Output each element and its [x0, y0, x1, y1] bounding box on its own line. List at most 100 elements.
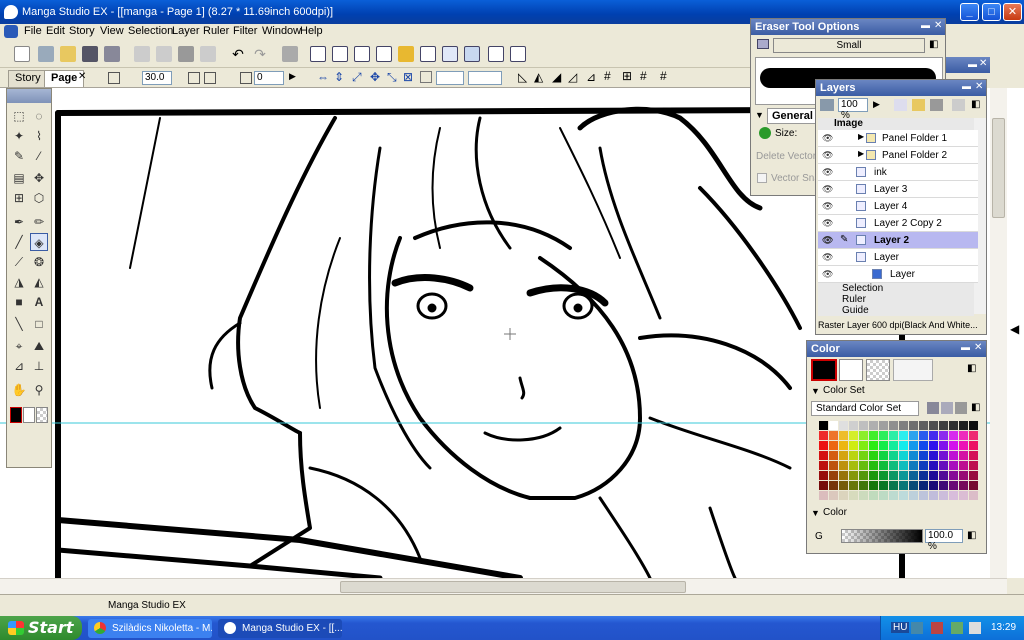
color-swatch[interactable]: [899, 431, 908, 440]
ruler-section[interactable]: Ruler: [818, 294, 974, 305]
text-tool-icon[interactable]: A: [30, 293, 48, 311]
color-swatch[interactable]: [929, 491, 938, 500]
color-swatch[interactable]: [899, 421, 908, 430]
visibility-eye-icon[interactable]: 👁: [822, 167, 833, 177]
visibility-eye-icon[interactable]: 👁: [822, 269, 833, 279]
marquee-tool-icon[interactable]: ⬚: [10, 107, 28, 125]
fit-window-icon[interactable]: ✥: [370, 70, 380, 84]
layer-row[interactable]: 👁 Layer: [818, 266, 978, 283]
color-swatch[interactable]: [849, 491, 858, 500]
layers-menu-icon[interactable]: ◧: [971, 99, 980, 110]
transparent-swatch[interactable]: [866, 359, 890, 381]
layers-toggle-icon[interactable]: [354, 46, 370, 62]
color-swatch[interactable]: [889, 431, 898, 440]
color-swatch[interactable]: [829, 451, 838, 460]
delete-layer-icon[interactable]: [930, 99, 943, 111]
color-swatch[interactable]: [909, 471, 918, 480]
color-swatch[interactable]: [829, 441, 838, 450]
color-swatch[interactable]: [929, 421, 938, 430]
color-swatch[interactable]: [949, 451, 958, 460]
visibility-eye-icon[interactable]: 👁: [822, 218, 833, 228]
color-swatch[interactable]: [819, 431, 828, 440]
maximize-button[interactable]: □: [982, 3, 1001, 21]
color-swatch[interactable]: [909, 451, 918, 460]
color-swatch[interactable]: [859, 431, 868, 440]
vector-snap-checkbox[interactable]: [757, 173, 767, 183]
color-swatch[interactable]: [899, 451, 908, 460]
color-set-dropdown[interactable]: Standard Color Set: [811, 401, 919, 416]
flip-horizontal-icon[interactable]: ⇔: [317, 70, 329, 84]
color-swatch[interactable]: [959, 421, 968, 430]
color-swatch[interactable]: [969, 461, 978, 470]
color-value-input[interactable]: 100.0 %: [925, 529, 963, 552]
opacity-slider-icon[interactable]: ▶: [873, 99, 880, 110]
layer-opacity-input[interactable]: 100 %: [838, 98, 868, 121]
open-icon[interactable]: [60, 46, 76, 62]
new-folder-icon[interactable]: [912, 99, 925, 111]
color-swatch[interactable]: [869, 481, 878, 490]
color-swatch[interactable]: [899, 461, 908, 470]
panel-collapse-arrow-icon[interactable]: ◀: [1010, 322, 1019, 336]
color-swatch[interactable]: [879, 461, 888, 470]
color-swatch[interactable]: [919, 481, 928, 490]
undo-icon[interactable]: ↶: [230, 46, 246, 62]
color-swatch[interactable]: [959, 491, 968, 500]
color-swatch[interactable]: [889, 481, 898, 490]
color-swatch[interactable]: [869, 461, 878, 470]
menu-ruler[interactable]: Ruler: [203, 25, 229, 37]
color-swatch[interactable]: [919, 471, 928, 480]
close-button[interactable]: ✕: [1003, 3, 1022, 21]
color-swatch[interactable]: [959, 431, 968, 440]
folder-expand-icon[interactable]: ▶: [858, 132, 864, 141]
color-swatch[interactable]: [969, 431, 978, 440]
color-menu-icon[interactable]: ◧: [967, 363, 976, 374]
eraser-tool-icon[interactable]: ◈: [30, 233, 48, 251]
section-collapse-icon[interactable]: ▼: [755, 110, 764, 120]
color-swatch[interactable]: [969, 451, 978, 460]
rectangle-tool-icon[interactable]: □: [30, 315, 48, 333]
color-swatch[interactable]: [839, 441, 848, 450]
pattern-brush-icon[interactable]: ❂: [30, 253, 48, 271]
color-swatch[interactable]: [849, 421, 858, 430]
color-swatch[interactable]: [969, 481, 978, 490]
selection-section[interactable]: Selection: [818, 283, 974, 294]
vertical-scroll-thumb[interactable]: [992, 118, 1005, 218]
materials-icon[interactable]: [398, 46, 414, 62]
color-swatch[interactable]: [899, 481, 908, 490]
panel-minimize-icon[interactable]: ▬: [921, 20, 930, 30]
layer-row[interactable]: 👁 Layer 2 Copy 2: [818, 215, 978, 232]
color-swatch[interactable]: [849, 451, 858, 460]
brush-size-input[interactable]: 30.0: [142, 71, 172, 85]
color-swatch[interactable]: [839, 481, 848, 490]
history-icon[interactable]: [420, 46, 436, 62]
visibility-eye-icon[interactable]: 👁: [822, 201, 833, 211]
grid-settings-icon[interactable]: #: [660, 69, 667, 83]
color-swatch[interactable]: [859, 461, 868, 470]
color-swatch[interactable]: [829, 421, 838, 430]
tool-options-toggle-icon[interactable]: [310, 46, 326, 62]
color-swatch[interactable]: [869, 491, 878, 500]
color-set-menu-icon[interactable]: ◧: [971, 402, 980, 413]
new-story-icon[interactable]: [38, 46, 54, 62]
color-swatch[interactable]: [929, 471, 938, 480]
visibility-eye-icon[interactable]: 👁: [822, 184, 833, 194]
move-tool-icon[interactable]: ✥: [30, 169, 48, 187]
color-swatch[interactable]: [969, 491, 978, 500]
flip-vertical-icon[interactable]: ⇕: [334, 70, 344, 84]
color-set-add-icon[interactable]: [927, 402, 939, 414]
color-swatch[interactable]: [929, 431, 938, 440]
actual-size-icon[interactable]: ⤡: [387, 70, 397, 85]
layers-minimize-icon[interactable]: ▬: [962, 81, 971, 91]
color-set-collapse-icon[interactable]: ▼: [811, 386, 820, 396]
color-swatch[interactable]: [939, 461, 948, 470]
lock-layer-icon[interactable]: [952, 99, 965, 111]
color-swatch[interactable]: [969, 441, 978, 450]
color-swatch[interactable]: [929, 441, 938, 450]
color-swatch[interactable]: [859, 481, 868, 490]
layer-row[interactable]: 👁 Layer: [818, 249, 978, 266]
pen-select-icon[interactable]: ⌇: [30, 127, 48, 145]
color-swatch[interactable]: [869, 441, 878, 450]
color-swatch[interactable]: [839, 451, 848, 460]
color-swatch[interactable]: [849, 461, 858, 470]
correction-icon[interactable]: ⊿: [10, 357, 28, 375]
